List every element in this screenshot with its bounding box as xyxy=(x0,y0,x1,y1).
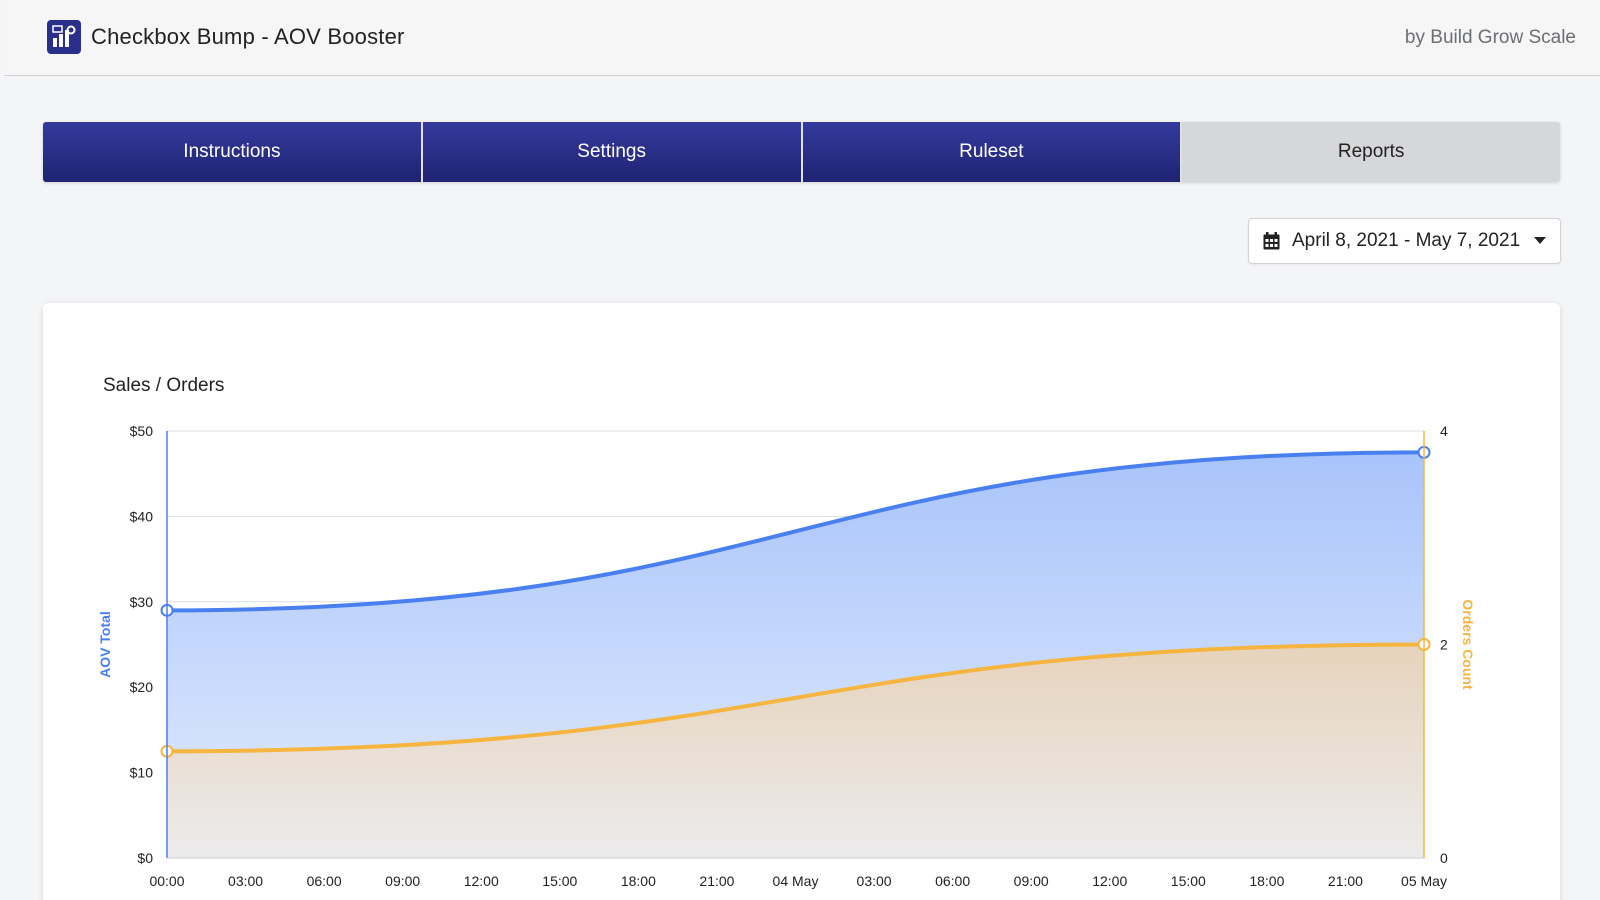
y-right-tick-label: 2 xyxy=(1440,637,1448,653)
y-right-tick-label: 4 xyxy=(1440,423,1448,439)
x-tick-label: 21:00 xyxy=(699,873,734,889)
y-left-tick-label: $0 xyxy=(137,850,153,866)
x-tick-label: 06:00 xyxy=(307,873,342,889)
tab-instructions[interactable]: Instructions xyxy=(43,122,423,182)
x-tick-label: 18:00 xyxy=(621,873,656,889)
main-tabs: Instructions Settings Ruleset Reports xyxy=(43,122,1560,182)
date-range-label: April 8, 2021 - May 7, 2021 xyxy=(1292,230,1521,251)
x-tick-label: 15:00 xyxy=(1171,873,1206,889)
caret-down-icon xyxy=(1534,237,1547,245)
date-range-picker[interactable]: April 8, 2021 - May 7, 2021 xyxy=(1248,218,1561,264)
x-tick-label: 12:00 xyxy=(464,873,499,889)
app-header: Checkbox Bump - AOV Booster by Build Gro… xyxy=(4,0,1600,76)
x-tick-label: 15:00 xyxy=(542,873,577,889)
x-tick-label: 05 May xyxy=(1401,873,1447,889)
tab-ruleset[interactable]: Ruleset xyxy=(802,122,1183,182)
x-tick-label: 09:00 xyxy=(1014,873,1049,889)
x-tick-label: 04 May xyxy=(773,873,819,889)
byline: by Build Grow Scale xyxy=(1404,27,1576,48)
sales-orders-chart: $0 $10 $20 $30 $40 $50 0 2 4 AOV Total Orders Coun… xyxy=(97,423,1476,889)
tab-reports[interactable]: Reports xyxy=(1182,122,1560,182)
report-card: Sales / Orders $0 $10 $20 $30 $40 $50 0 2 4 AOV T… xyxy=(43,303,1560,900)
y-left-axis-title: AOV Total xyxy=(97,611,113,678)
x-tick-label: 21:00 xyxy=(1328,873,1363,889)
x-tick-label: 03:00 xyxy=(228,873,263,889)
y-left-tick-label: $20 xyxy=(130,679,154,695)
x-tick-label: 09:00 xyxy=(385,873,420,889)
y-left-tick-label: $50 xyxy=(130,423,154,439)
calendar-icon xyxy=(1263,232,1280,250)
x-tick-label: 06:00 xyxy=(935,873,970,889)
y-right-axis-title: Orders Count xyxy=(1460,599,1476,690)
y-left-tick-label: $10 xyxy=(130,765,154,781)
y-left-tick-label: $40 xyxy=(130,508,154,524)
x-tick-label: 03:00 xyxy=(857,873,892,889)
x-tick-label: 18:00 xyxy=(1249,873,1284,889)
y-right-tick-label: 0 xyxy=(1440,850,1448,866)
x-tick-label: 00:00 xyxy=(149,873,184,889)
x-tick-label: 12:00 xyxy=(1092,873,1127,889)
app-logo-icon xyxy=(47,20,81,54)
app-title: Checkbox Bump - AOV Booster xyxy=(91,24,405,49)
y-left-tick-label: $30 xyxy=(130,594,154,610)
tab-settings[interactable]: Settings xyxy=(422,122,803,182)
